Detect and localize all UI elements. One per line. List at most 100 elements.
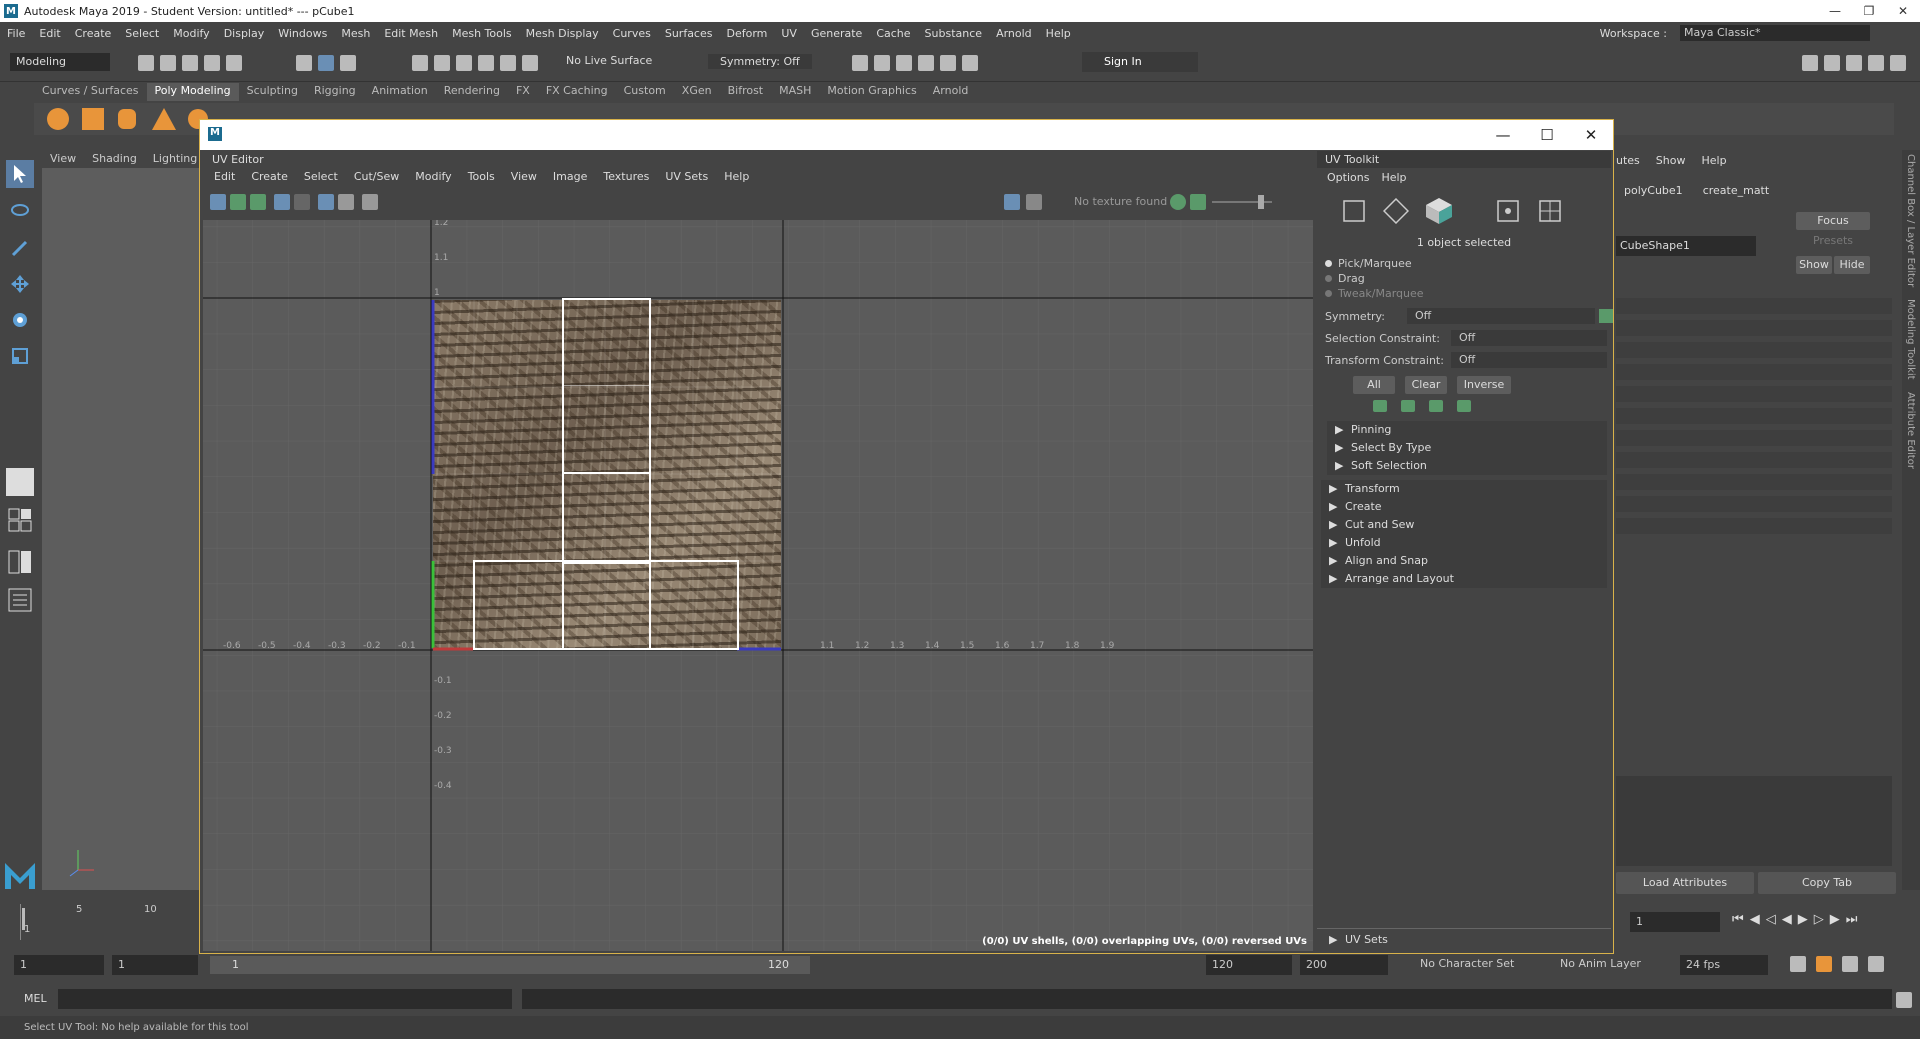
select-component-icon[interactable] bbox=[340, 55, 356, 71]
paint-select-tool-icon[interactable] bbox=[6, 234, 34, 262]
attr-menu-item[interactable]: Show bbox=[1656, 154, 1686, 167]
uv-shell-bottom[interactable] bbox=[473, 560, 739, 650]
select-hierarchy-icon[interactable] bbox=[296, 55, 312, 71]
toolkit-menu-item[interactable]: Help bbox=[1375, 168, 1412, 188]
loop-icon[interactable] bbox=[1790, 956, 1806, 972]
render-view-icon[interactable] bbox=[852, 55, 868, 71]
invert-selection-button[interactable]: Inverse bbox=[1457, 376, 1511, 394]
menu-item[interactable]: Edit Mesh bbox=[377, 27, 445, 40]
clear-selection-button[interactable]: Clear bbox=[1405, 376, 1447, 394]
render-frame-icon[interactable] bbox=[874, 55, 890, 71]
attribute-row[interactable] bbox=[1616, 320, 1892, 336]
start-time-field[interactable]: 1 bbox=[14, 955, 104, 975]
character-controls-toggle-icon[interactable] bbox=[1824, 55, 1840, 71]
menu-item[interactable]: Mesh Display bbox=[519, 27, 606, 40]
transform-constraint-dropdown[interactable]: Off bbox=[1451, 352, 1607, 368]
new-scene-icon[interactable] bbox=[138, 55, 154, 71]
anim-layer-dropdown[interactable]: No Anim Layer bbox=[1560, 957, 1641, 970]
redo-icon[interactable] bbox=[226, 55, 242, 71]
script-editor-icon[interactable] bbox=[1896, 992, 1912, 1008]
node-name-field[interactable]: CubeShape1 bbox=[1616, 236, 1756, 256]
single-perspective-layout-icon[interactable] bbox=[6, 468, 34, 496]
menu-item[interactable]: Curves bbox=[606, 27, 658, 40]
shelf-tab[interactable]: Arnold bbox=[925, 83, 977, 101]
modeling-toolkit-toggle-icon[interactable] bbox=[1802, 55, 1818, 71]
section-cut-and-sew[interactable]: ▶ Cut and Sew bbox=[1321, 516, 1607, 534]
menu-item[interactable]: Mesh bbox=[334, 27, 377, 40]
hide-button[interactable]: Hide bbox=[1834, 256, 1870, 274]
shelf-tab[interactable]: Bifrost bbox=[720, 83, 772, 101]
open-scene-icon[interactable] bbox=[160, 55, 176, 71]
range-slider[interactable]: 1 120 bbox=[210, 956, 810, 974]
shelf-tab[interactable]: Motion Graphics bbox=[819, 83, 924, 101]
focus-button[interactable]: Focus bbox=[1796, 212, 1870, 230]
attribute-row[interactable] bbox=[1616, 496, 1892, 512]
attribute-row[interactable] bbox=[1616, 408, 1892, 424]
ipr-render-icon[interactable] bbox=[896, 55, 912, 71]
close-button[interactable]: ✕ bbox=[1886, 0, 1920, 22]
hypershade-icon[interactable] bbox=[940, 55, 956, 71]
uv-window-title-bar[interactable]: M — ☐ ✕ bbox=[200, 120, 1613, 150]
snap-grid-icon[interactable] bbox=[412, 55, 428, 71]
uv-menu-item[interactable]: Textures bbox=[595, 168, 657, 188]
menu-item[interactable]: Cache bbox=[869, 27, 917, 40]
uv-menu-item[interactable]: Create bbox=[243, 168, 296, 188]
symmetry-icon[interactable] bbox=[1599, 309, 1613, 323]
shrink-selection-icon[interactable] bbox=[1401, 400, 1415, 412]
uv-vertex-mode-icon[interactable] bbox=[1495, 198, 1521, 224]
side-tab[interactable]: Channel Box / Layer Editor bbox=[1905, 154, 1916, 287]
rotate-tool-icon[interactable] bbox=[6, 306, 34, 334]
viewport-menu-item[interactable]: Lighting bbox=[145, 150, 205, 168]
go-to-end-icon[interactable]: ⏭ bbox=[1846, 912, 1858, 927]
attribute-row[interactable] bbox=[1616, 452, 1892, 468]
menu-item[interactable]: Edit bbox=[32, 27, 67, 40]
menu-item[interactable]: Select bbox=[118, 27, 166, 40]
shelf-tab[interactable]: Rendering bbox=[436, 83, 508, 101]
uv-menu-item[interactable]: UV Sets bbox=[657, 168, 716, 188]
uv-grid-toggle-icon[interactable] bbox=[274, 194, 290, 210]
snapshot-icon[interactable] bbox=[362, 194, 378, 210]
section-arrange-and-layout[interactable]: ▶ Arrange and Layout bbox=[1321, 570, 1607, 588]
symmetry-dropdown[interactable]: Symmetry: Off bbox=[708, 54, 812, 69]
copy-tab-button[interactable]: Copy Tab bbox=[1758, 872, 1896, 894]
section-select-by-type[interactable]: ▶ Select By Type bbox=[1327, 439, 1607, 457]
step-forward-frame-icon[interactable]: ▷ bbox=[1814, 912, 1824, 927]
live-surface[interactable]: No Live Surface bbox=[566, 54, 652, 67]
grow-selection-icon[interactable] bbox=[1373, 400, 1387, 412]
exposure-slider-handle[interactable] bbox=[1258, 195, 1264, 209]
menu-item[interactable]: Create bbox=[68, 27, 119, 40]
perspective-viewport[interactable] bbox=[42, 150, 202, 890]
lasso-tool-icon[interactable] bbox=[6, 198, 34, 226]
uv-menu-item[interactable]: Select bbox=[296, 168, 346, 188]
channel-box-toggle-icon[interactable] bbox=[1890, 55, 1906, 71]
attribute-row[interactable] bbox=[1616, 430, 1892, 446]
menu-item[interactable]: File bbox=[0, 27, 32, 40]
attribute-row[interactable] bbox=[1616, 364, 1892, 380]
attr-menu-item[interactable]: Help bbox=[1701, 154, 1726, 167]
uv-toolbar-icon[interactable] bbox=[250, 194, 266, 210]
menu-item[interactable]: Display bbox=[217, 27, 272, 40]
image-display-icon[interactable] bbox=[1004, 194, 1020, 210]
attribute-row[interactable] bbox=[1616, 474, 1892, 490]
notes-area[interactable] bbox=[1616, 776, 1892, 866]
current-frame-field[interactable]: 1 bbox=[1630, 912, 1720, 932]
shelf-tab[interactable]: Sculpting bbox=[239, 83, 306, 101]
select-all-button[interactable]: All bbox=[1353, 376, 1395, 394]
object-mode-icon[interactable] bbox=[1425, 197, 1453, 225]
persp-outliner-layout-icon[interactable] bbox=[6, 548, 34, 576]
checker-icon[interactable] bbox=[1026, 194, 1042, 210]
snap-point-icon[interactable] bbox=[456, 55, 472, 71]
shrink-loop-icon[interactable] bbox=[1457, 400, 1471, 412]
section-uv-sets[interactable]: ▶ UV Sets bbox=[1321, 931, 1607, 949]
step-forward-key-icon[interactable]: ▶ bbox=[1830, 912, 1840, 927]
menu-item[interactable]: Substance bbox=[918, 27, 990, 40]
auto-key-icon[interactable] bbox=[1816, 956, 1832, 972]
snap-projected-icon[interactable] bbox=[478, 55, 494, 71]
select-object-icon[interactable] bbox=[318, 55, 334, 71]
fps-dropdown[interactable]: 24 fps bbox=[1680, 955, 1768, 975]
scale-tool-icon[interactable] bbox=[6, 342, 34, 370]
section-soft-selection[interactable]: ▶ Soft Selection bbox=[1327, 457, 1607, 475]
shelf-tab[interactable]: FX bbox=[508, 83, 538, 101]
minimize-button[interactable]: — bbox=[1818, 0, 1852, 22]
mode-drag[interactable]: Drag bbox=[1325, 272, 1365, 285]
